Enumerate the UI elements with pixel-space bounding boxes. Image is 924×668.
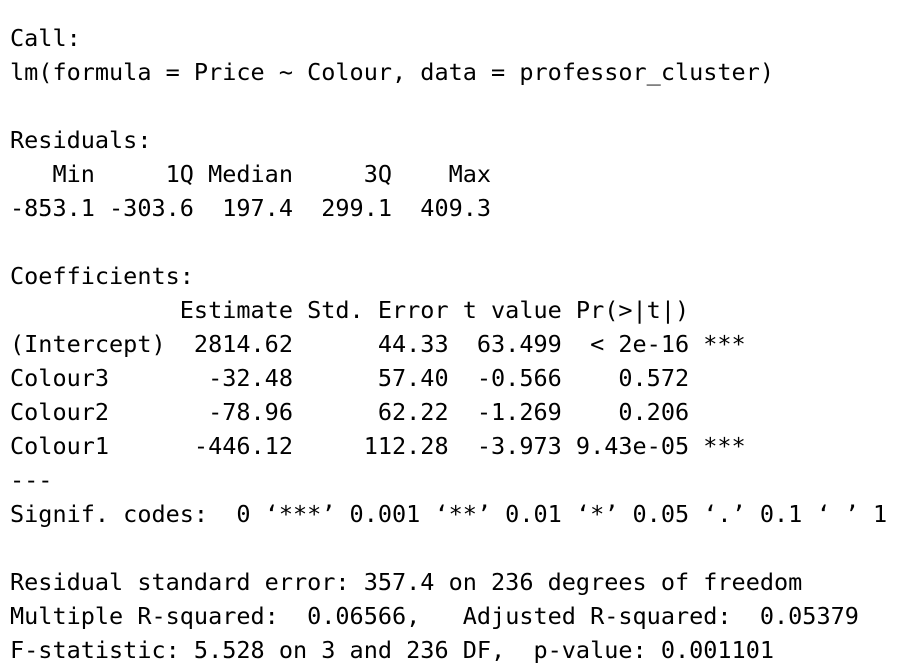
residuals-value-row: -853.1 -303.6 197.4 299.1 409.3	[10, 194, 506, 222]
coefficient-row-colour2: Colour2 -78.96 62.22 -1.269 0.206	[10, 398, 746, 426]
coefficient-row-intercept: (Intercept) 2814.62 44.33 63.499 < 2e-16…	[10, 330, 746, 358]
separator-line: ---	[10, 466, 53, 494]
call-formula: lm(formula = Price ~ Colour, data = prof…	[10, 58, 775, 86]
coefficient-row-colour3: Colour3 -32.48 57.40 -0.566 0.572	[10, 364, 746, 392]
residuals-heading: Residuals:	[10, 126, 152, 154]
coefficients-header-row: Estimate Std. Error t value Pr(>|t|)	[10, 296, 746, 324]
r-squared-line: Multiple R-squared: 0.06566, Adjusted R-…	[10, 602, 874, 630]
coefficients-heading: Coefficients:	[10, 262, 194, 290]
r-console-output: Call: lm(formula = Price ~ Colour, data …	[0, 0, 924, 668]
residual-standard-error: Residual standard error: 357.4 on 236 de…	[10, 568, 803, 596]
f-statistic-line: F-statistic: 5.528 on 3 and 236 DF, p-va…	[10, 636, 775, 664]
call-heading: Call:	[10, 24, 81, 52]
signif-codes-line: Signif. codes: 0 ‘***’ 0.001 ‘**’ 0.01 ‘…	[10, 500, 888, 528]
coefficient-row-colour1: Colour1 -446.12 112.28 -3.973 9.43e-05 *…	[10, 432, 746, 460]
residuals-header-row: Min 1Q Median 3Q Max	[10, 160, 506, 188]
